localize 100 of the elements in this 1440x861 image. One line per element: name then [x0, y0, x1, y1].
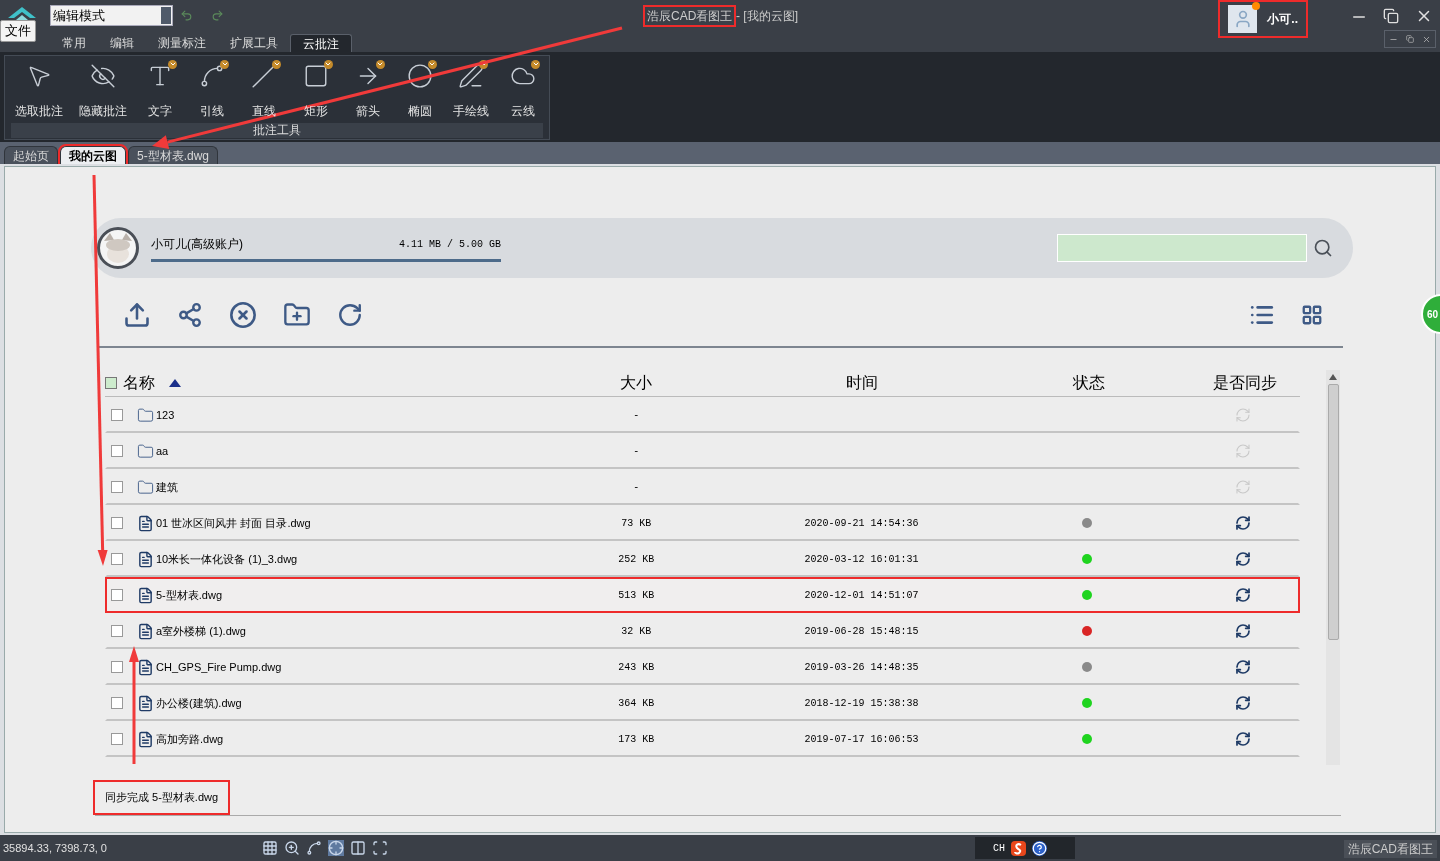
ribbon-tab[interactable]: 常用	[50, 34, 98, 52]
file-menu-button[interactable]: 文件	[0, 20, 36, 42]
window-title-document: - [我的云图]	[736, 8, 798, 25]
sync-icon[interactable]	[1235, 587, 1252, 603]
column-header[interactable]: 状态	[1072, 371, 1105, 395]
file-name: aa	[156, 443, 169, 459]
column-header[interactable]: 是否同步	[1213, 371, 1277, 395]
file-name: 5-型材表.dwg	[156, 587, 223, 603]
annotation-tool-button[interactable]: 手绘线	[445, 59, 498, 120]
annotation-tool-button[interactable]: 文字	[134, 59, 187, 120]
annotation-tool-button[interactable]: 选取批注	[7, 59, 71, 120]
document-tab[interactable]: 起始页	[4, 146, 58, 164]
sync-icon[interactable]	[1235, 695, 1252, 711]
upload-icon[interactable]	[123, 301, 151, 329]
row-checkbox[interactable]	[111, 661, 123, 673]
dwg-file-icon	[137, 514, 154, 532]
refresh-icon[interactable]	[337, 302, 363, 328]
file-size: 252 KB	[618, 552, 655, 567]
annotation-tool-button[interactable]: 云线	[497, 59, 550, 120]
sync-icon[interactable]	[1235, 731, 1252, 747]
ime-indicator[interactable]: CH	[993, 840, 1005, 856]
dwg-file-icon	[137, 550, 154, 568]
file-row[interactable]: 5-型材表.dwg 513 KB 2020-12-01 14:51:07	[105, 577, 1300, 613]
annotation-tool-button[interactable]: 椭圆	[393, 59, 446, 120]
ortho-icon[interactable]	[350, 840, 366, 856]
row-checkbox[interactable]	[111, 589, 123, 601]
row-checkbox[interactable]	[111, 445, 123, 457]
app-name: 浩辰CAD看图王	[1343, 840, 1437, 858]
search-field[interactable]	[1057, 234, 1307, 262]
select-all-checkbox[interactable]	[105, 377, 117, 389]
ribbon-tab[interactable]: 扩展工具	[218, 34, 290, 52]
file-name: CH_GPS_Fire Pump.dwg	[156, 659, 282, 675]
file-name: 建筑	[156, 479, 178, 495]
document-tab[interactable]: 我的云图	[60, 146, 126, 164]
dwg-file-icon	[137, 586, 154, 604]
file-row[interactable]: aa -	[105, 433, 1300, 469]
file-size: 173 KB	[618, 732, 655, 747]
row-checkbox[interactable]	[111, 481, 123, 493]
grid-icon[interactable]	[262, 840, 278, 856]
undo-icon[interactable]	[180, 9, 193, 22]
sync-icon[interactable]	[1235, 623, 1252, 639]
file-row[interactable]: 高加旁路.dwg 173 KB 2019-07-17 16:06:53	[105, 721, 1300, 757]
file-row[interactable]: 123 -	[105, 397, 1300, 433]
ribbon-tab[interactable]: 云批注	[290, 34, 352, 52]
close-icon[interactable]	[1422, 34, 1431, 44]
help-icon[interactable]	[1032, 840, 1047, 856]
file-row[interactable]: 办公楼(建筑).dwg 364 KB 2018-12-19 15:38:38	[105, 685, 1300, 721]
crosshair-icon[interactable]	[328, 840, 344, 856]
annotation-tool-button[interactable]: 隐藏批注	[70, 59, 135, 120]
column-header[interactable]: 大小	[620, 371, 652, 395]
row-checkbox[interactable]	[111, 409, 123, 421]
sync-icon[interactable]	[1235, 551, 1252, 567]
account-name: 小可儿(高级账户)	[151, 236, 243, 253]
file-row[interactable]: 建筑 -	[105, 469, 1300, 505]
snap-icon[interactable]	[306, 840, 322, 856]
grid-view-icon[interactable]	[1301, 304, 1323, 326]
mode-select[interactable]: 编辑模式	[50, 5, 173, 26]
file-size: 73 KB	[621, 516, 652, 531]
scroll-up-icon[interactable]	[1329, 374, 1337, 380]
status-message: 同步完成 5-型材表.dwg	[95, 782, 229, 813]
search-icon[interactable]	[1313, 238, 1333, 258]
modified-time: 2019-03-26 14:48:35	[804, 660, 919, 675]
restore-icon[interactable]	[1383, 8, 1399, 24]
new-folder-icon[interactable]	[283, 301, 311, 329]
scrollbar[interactable]	[1326, 370, 1340, 765]
redo-icon[interactable]	[211, 9, 224, 22]
file-size: -	[633, 408, 640, 423]
fit-view-icon[interactable]	[372, 840, 388, 856]
sync-icon[interactable]	[1235, 659, 1252, 675]
annotation-tool-button[interactable]: 矩形	[289, 59, 342, 120]
annotation-tool-button[interactable]: 箭头	[341, 59, 394, 120]
coordinates: 35894.33, 7398.73, 0	[2, 840, 108, 856]
user-name: 小可..	[1267, 11, 1298, 28]
sort-ascending-icon[interactable]	[169, 379, 181, 387]
annotation-tool-button[interactable]: 直线	[238, 59, 290, 120]
row-checkbox[interactable]	[111, 553, 123, 565]
file-size: 243 KB	[618, 660, 655, 675]
annotation-tool-button[interactable]: 引线	[186, 59, 239, 120]
file-row[interactable]: a室外楼梯 (1).dwg 32 KB 2019-06-28 15:48:15	[105, 613, 1300, 649]
user-account-button[interactable]: 小可..	[1220, 2, 1306, 36]
sync-icon[interactable]	[1235, 515, 1252, 531]
ribbon-tab[interactable]: 编辑	[98, 34, 146, 52]
column-header[interactable]: 名称	[123, 371, 155, 395]
input-method-logo-icon[interactable]	[1011, 840, 1026, 856]
row-checkbox[interactable]	[111, 733, 123, 745]
file-row[interactable]: 01 世冰区间风井 封面 目录.dwg 73 KB 2020-09-21 14:54:36	[105, 505, 1300, 541]
file-size: 364 KB	[618, 696, 655, 711]
file-row[interactable]: CH_GPS_Fire Pump.dwg 243 KB 2019-03-26 14:48:35	[105, 649, 1300, 685]
share-icon[interactable]	[177, 302, 203, 328]
modified-time: 2020-09-21 14:54:36	[804, 516, 919, 531]
ribbon-tab[interactable]: 测量标注	[146, 34, 218, 52]
delete-icon[interactable]	[229, 301, 257, 329]
zoom-icon[interactable]	[284, 840, 300, 856]
column-header[interactable]: 时间	[846, 371, 878, 395]
row-checkbox[interactable]	[111, 625, 123, 637]
modified-time: 2018-12-19 15:38:38	[804, 696, 919, 711]
modified-time: 2020-12-01 14:51:07	[804, 588, 919, 603]
row-checkbox[interactable]	[111, 517, 123, 529]
document-tab[interactable]: 5-型材表.dwg	[128, 146, 219, 164]
row-checkbox[interactable]	[111, 697, 123, 709]
